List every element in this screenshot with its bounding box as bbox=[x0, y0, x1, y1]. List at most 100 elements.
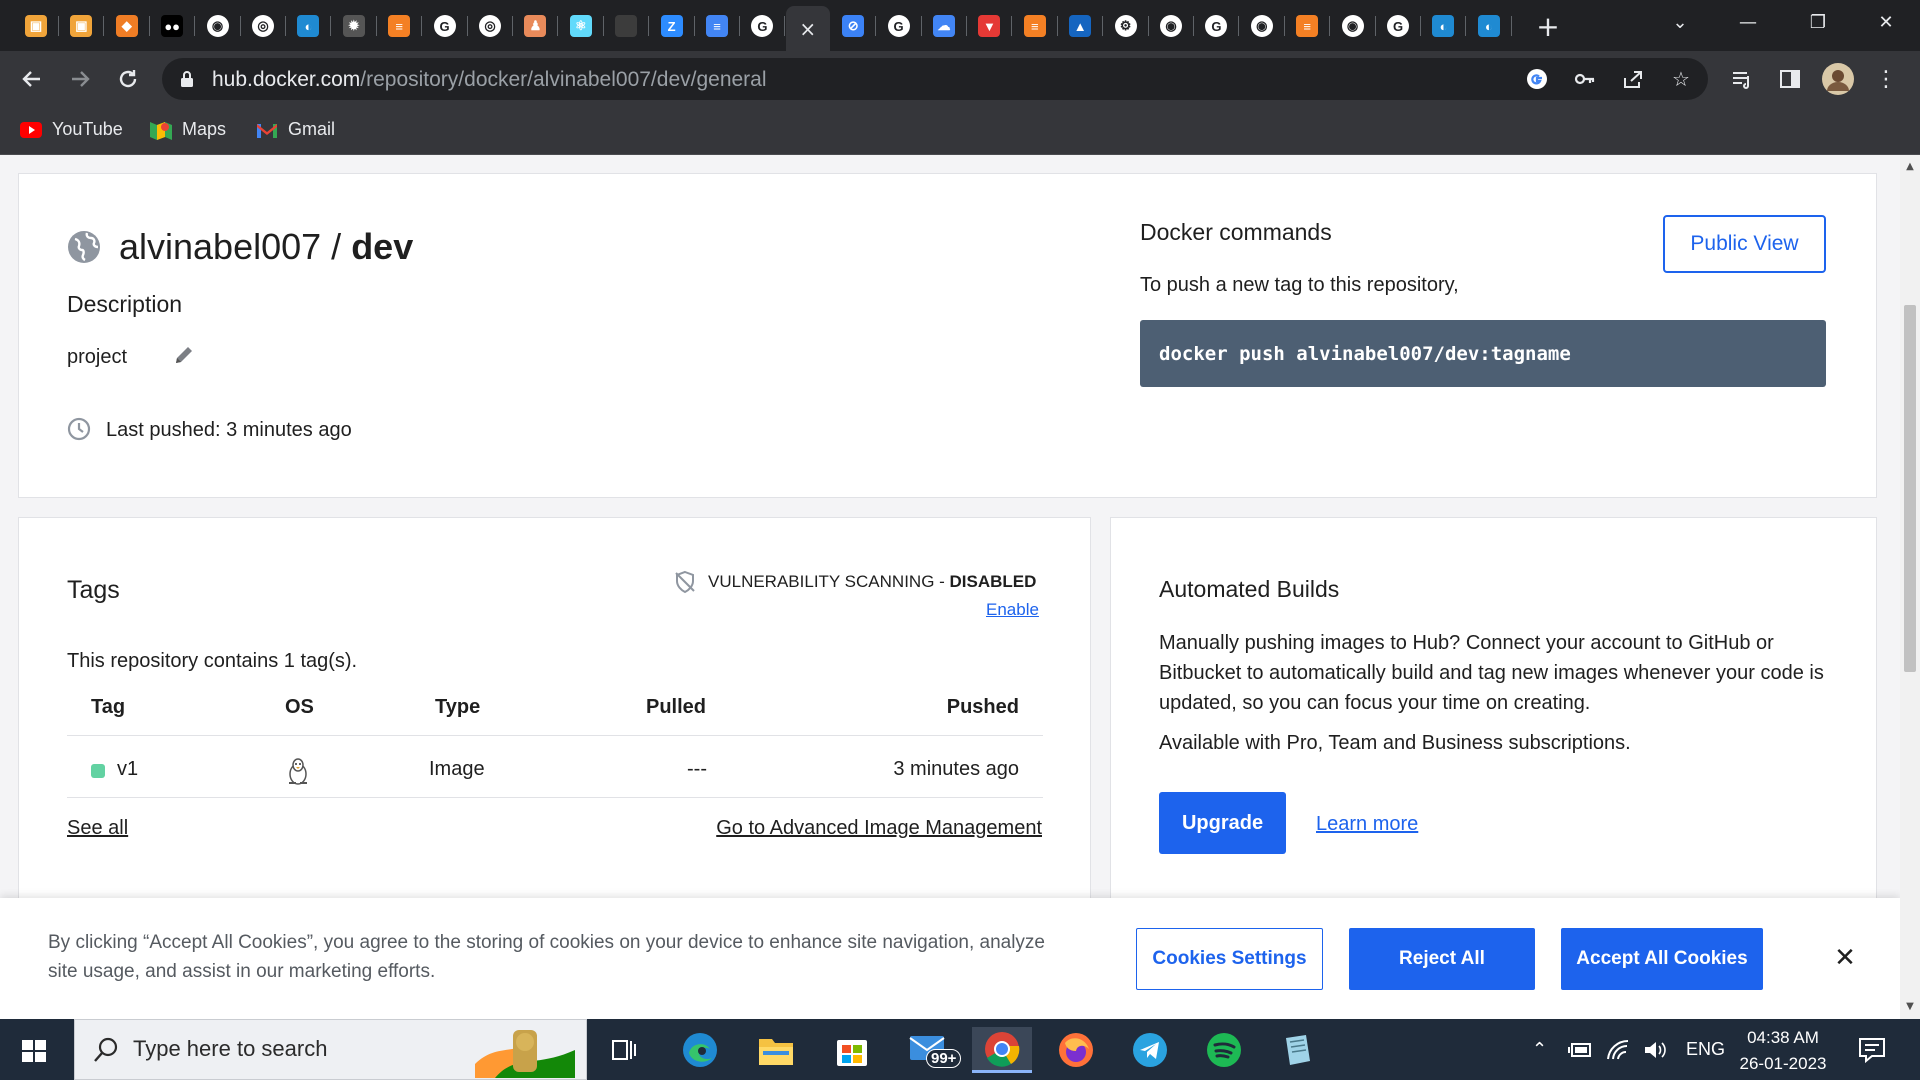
browser-tab[interactable]: ≡ bbox=[1285, 8, 1329, 44]
page-scrollbar[interactable]: ▲ ▼ bbox=[1900, 155, 1920, 1019]
chrome-menu-icon[interactable]: ⋮ bbox=[1868, 61, 1904, 97]
see-all-link[interactable]: See all bbox=[67, 817, 128, 840]
file-explorer-icon[interactable] bbox=[746, 1027, 806, 1073]
enable-scanning-link[interactable]: Enable bbox=[986, 600, 1039, 620]
bookmark-gmail[interactable]: Gmail bbox=[256, 119, 335, 140]
github-icon: ◉ bbox=[206, 15, 229, 37]
browser-tab[interactable]: ◐ bbox=[1421, 8, 1465, 44]
show-hidden-icons-chevron-icon[interactable]: ⌃ bbox=[1532, 1039, 1547, 1060]
side-panel-icon[interactable] bbox=[1772, 61, 1808, 97]
browser-tab[interactable]: ▣ bbox=[59, 8, 103, 44]
volume-icon[interactable] bbox=[1642, 1039, 1668, 1061]
close-tab-icon[interactable]: × bbox=[799, 17, 816, 41]
wifi-icon[interactable] bbox=[1606, 1039, 1632, 1061]
lock-icon[interactable] bbox=[180, 70, 194, 88]
docker-push-command[interactable]: docker push alvinabel007/dev:tagname bbox=[1140, 320, 1826, 387]
scroll-up-arrow-icon[interactable]: ▲ bbox=[1904, 161, 1916, 173]
system-clock[interactable]: 04:38 AM 26-01-2023 bbox=[1733, 1025, 1833, 1077]
reading-list-icon[interactable] bbox=[1724, 61, 1760, 97]
browser-tab[interactable]: ☁ bbox=[922, 8, 966, 44]
mail-icon[interactable]: 99+ bbox=[898, 1027, 962, 1073]
browser-tab[interactable]: ▼ bbox=[967, 8, 1011, 44]
close-window-button[interactable]: ✕ bbox=[1858, 0, 1914, 44]
url-text[interactable]: hub.docker.com/repository/docker/alvinab… bbox=[212, 68, 767, 92]
browser-tab[interactable]: ◐ bbox=[286, 8, 330, 44]
browser-tab[interactable]: ⚙ bbox=[1104, 8, 1148, 44]
browser-tab[interactable]: Z bbox=[650, 8, 694, 44]
browser-tab[interactable]: ≡ bbox=[695, 8, 739, 44]
upgrade-button[interactable]: Upgrade bbox=[1159, 792, 1286, 854]
browser-tab[interactable]: ⊘ bbox=[831, 8, 875, 44]
browser-tab[interactable]: ≡ bbox=[377, 8, 421, 44]
browser-tab[interactable]: ●● bbox=[150, 8, 194, 44]
notepad-app-icon[interactable] bbox=[1268, 1027, 1328, 1073]
browser-tab[interactable]: G bbox=[877, 8, 921, 44]
tab-search-chevron-icon[interactable]: ⌄ bbox=[1652, 0, 1708, 44]
bookmark-youtube[interactable]: YouTube bbox=[20, 119, 123, 140]
browser-tab[interactable]: ◐ bbox=[1467, 8, 1511, 44]
firefox-icon[interactable] bbox=[1046, 1027, 1106, 1073]
browser-tab[interactable]: ◆ bbox=[105, 8, 149, 44]
edge-icon[interactable] bbox=[670, 1027, 730, 1073]
address-bar[interactable]: hub.docker.com/repository/docker/alvinab… bbox=[162, 58, 1708, 100]
advanced-image-management-link[interactable]: Go to Advanced Image Management bbox=[716, 817, 1042, 840]
minimize-button[interactable]: — bbox=[1720, 0, 1776, 44]
browser-tab[interactable]: G bbox=[1194, 8, 1238, 44]
learn-more-link[interactable]: Learn more bbox=[1316, 813, 1418, 836]
browser-tab[interactable]: ✹ bbox=[332, 8, 376, 44]
reload-button[interactable] bbox=[110, 61, 146, 97]
close-cookie-banner-icon[interactable]: ✕ bbox=[1827, 940, 1863, 976]
repo-title: alvinabel007 / dev bbox=[119, 226, 413, 268]
input-language[interactable]: ENG bbox=[1686, 1039, 1725, 1060]
browser-tab[interactable]: ◉ bbox=[1149, 8, 1193, 44]
chrome-taskbar-icon[interactable] bbox=[972, 1027, 1032, 1073]
new-tab-button[interactable]: + bbox=[1526, 8, 1570, 44]
browser-tab[interactable]: G bbox=[740, 8, 784, 44]
browser-tab[interactable]: ◎ bbox=[241, 8, 285, 44]
microsoft-store-icon[interactable] bbox=[822, 1027, 882, 1073]
vulnerability-scanning-status: VULNERABILITY SCANNING - DISABLED bbox=[708, 572, 1036, 592]
mail-unread-badge: 99+ bbox=[926, 1049, 962, 1068]
browser-tab[interactable]: ◉ bbox=[1240, 8, 1284, 44]
browser-tab[interactable]: ♟ bbox=[513, 8, 557, 44]
browser-tab[interactable]: ◉ bbox=[196, 8, 240, 44]
bookmark-maps[interactable]: Maps bbox=[150, 119, 226, 140]
cookies-settings-button[interactable]: Cookies Settings bbox=[1136, 928, 1323, 990]
restore-button[interactable]: ❐ bbox=[1790, 0, 1846, 44]
profile-avatar[interactable] bbox=[1820, 61, 1856, 97]
browser-tab[interactable]: ◉ bbox=[1331, 8, 1375, 44]
repo-separator: / bbox=[321, 226, 352, 267]
back-button[interactable] bbox=[14, 61, 50, 97]
browser-tab[interactable]: ⚛ bbox=[559, 8, 603, 44]
forward-button[interactable] bbox=[62, 61, 98, 97]
browser-tab[interactable]: G bbox=[423, 8, 467, 44]
browser-tab[interactable]: ▣ bbox=[14, 8, 58, 44]
reject-all-button[interactable]: Reject All bbox=[1349, 928, 1535, 990]
browser-tab[interactable]: ≡ bbox=[1013, 8, 1057, 44]
password-key-icon[interactable] bbox=[1572, 66, 1598, 92]
battery-icon[interactable] bbox=[1568, 1039, 1594, 1061]
scrollbar-thumb[interactable] bbox=[1904, 305, 1916, 672]
telegram-icon[interactable] bbox=[1120, 1027, 1180, 1073]
public-view-button[interactable]: Public View bbox=[1663, 215, 1826, 273]
browser-tab[interactable]: G bbox=[1376, 8, 1420, 44]
bookmark-star-icon[interactable]: ☆ bbox=[1668, 66, 1694, 92]
browser-tab[interactable] bbox=[604, 8, 648, 44]
windows-start-icon[interactable] bbox=[14, 1031, 54, 1071]
tag-name[interactable]: v1 bbox=[117, 758, 138, 781]
taskbar-search-box[interactable]: Type here to search bbox=[74, 1019, 587, 1080]
notifications-icon[interactable] bbox=[1858, 1037, 1886, 1063]
browser-tab[interactable]: ▲ bbox=[1058, 8, 1102, 44]
accept-all-cookies-button[interactable]: Accept All Cookies bbox=[1561, 928, 1763, 990]
google-lens-icon[interactable] bbox=[1524, 66, 1550, 92]
gmail-icon bbox=[257, 123, 277, 138]
scroll-down-arrow-icon[interactable]: ▼ bbox=[1904, 1001, 1916, 1013]
spotify-icon[interactable] bbox=[1194, 1027, 1254, 1073]
description-text: project bbox=[67, 346, 128, 368]
table-row[interactable]: v1 Image --- 3 minutes ago bbox=[67, 758, 1043, 798]
task-view-icon[interactable] bbox=[594, 1027, 654, 1073]
browser-tab[interactable]: ◎ bbox=[468, 8, 512, 44]
edit-pencil-icon[interactable] bbox=[173, 344, 195, 366]
share-icon[interactable] bbox=[1620, 66, 1646, 92]
active-tab[interactable]: × bbox=[785, 6, 830, 51]
